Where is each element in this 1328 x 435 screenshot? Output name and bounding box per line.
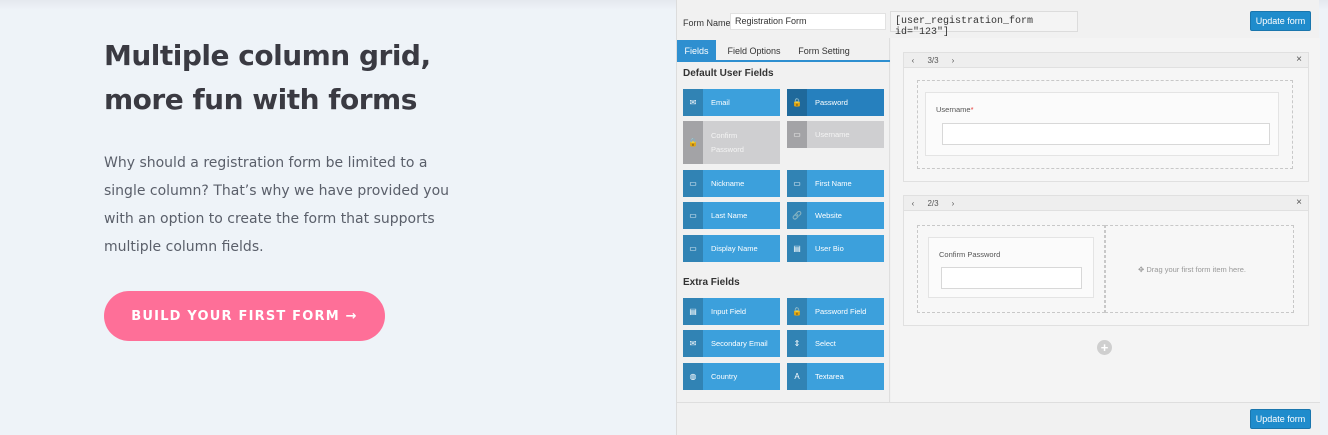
- sidebar-tabs: Fields Field Options Form Setting: [677, 40, 890, 62]
- field-confirm-password[interactable]: 🔒 Confirm Password: [683, 121, 780, 164]
- hero-description: Why should a registration form be limite…: [104, 155, 450, 255]
- field-label: First Name: [815, 178, 852, 188]
- required-mark: *: [970, 105, 974, 114]
- tab-form-setting[interactable]: Form Setting: [791, 40, 857, 62]
- globe-icon: ◍: [683, 363, 703, 390]
- field-label: Last Name: [711, 210, 748, 220]
- column-count: 3/3: [927, 55, 939, 65]
- envelope-icon: ✉: [683, 330, 703, 357]
- form-row-1[interactable]: ‹ 3/3 › × Username*: [903, 52, 1309, 182]
- field-label: Confirm Password: [711, 130, 744, 154]
- field-nickname[interactable]: ▭ Nickname: [683, 170, 780, 197]
- row-column-left: Confirm Password: [917, 225, 1105, 313]
- field-textarea[interactable]: A Textarea: [787, 363, 884, 390]
- text-icon: A: [787, 363, 807, 390]
- extra-fields-title: Extra Fields: [683, 277, 740, 288]
- username-field-card[interactable]: Username*: [925, 92, 1279, 156]
- tab-fields[interactable]: Fields: [677, 40, 716, 62]
- envelope-icon: ✉: [683, 89, 703, 116]
- field-email[interactable]: ✉ Email: [683, 89, 780, 116]
- username-label: Username*: [936, 105, 974, 114]
- field-label: Email: [711, 97, 730, 107]
- hero-section: Multiple column grid, more fun with form…: [104, 34, 564, 261]
- confirm-password-input[interactable]: [941, 267, 1082, 289]
- field-label: Textarea: [815, 371, 844, 381]
- confirm-password-field-card[interactable]: Confirm Password: [928, 237, 1094, 298]
- field-label: Password Field: [815, 306, 867, 316]
- field-first-name[interactable]: ▭ First Name: [787, 170, 884, 197]
- row-header: ‹ 2/3 › ×: [904, 196, 1308, 211]
- lock-icon: 🔒: [787, 89, 807, 116]
- form-canvas: ‹ 3/3 › × Username* ‹ 2/3 › × Confirm Pa…: [891, 38, 1320, 402]
- link-icon: 🔗: [787, 202, 807, 229]
- field-label: Display Name: [711, 243, 758, 253]
- field-label: User Bio: [815, 243, 844, 253]
- id-card-icon: ▭: [683, 202, 703, 229]
- field-label: Select: [815, 338, 836, 348]
- id-card-icon: ▭: [787, 170, 807, 197]
- update-form-button-bottom[interactable]: Update form: [1250, 409, 1311, 429]
- builder-bottombar: Update form: [677, 402, 1320, 435]
- field-label: Username: [815, 129, 850, 139]
- default-fields-title: Default User Fields: [683, 68, 774, 79]
- document-icon: ▤: [787, 235, 807, 262]
- row-column-right[interactable]: ✥ Drag your first form item here.: [1105, 225, 1294, 313]
- field-label: Nickname: [711, 178, 745, 188]
- field-website[interactable]: 🔗 Website: [787, 202, 884, 229]
- form-builder-screenshot: Form Name Registration Form [user_regist…: [676, 0, 1320, 435]
- build-first-form-button[interactable]: BUILD YOUR FIRST FORM →: [104, 291, 385, 341]
- add-row-icon[interactable]: +: [1097, 340, 1112, 355]
- chevron-right-icon[interactable]: ›: [944, 56, 962, 65]
- confirm-password-label: Confirm Password: [939, 250, 1001, 259]
- field-username[interactable]: ▭ Username: [787, 121, 884, 148]
- field-label: Country: [711, 371, 738, 381]
- hero-title-line2: more fun with forms: [104, 83, 417, 116]
- field-secondary-email[interactable]: ✉ Secondary Email: [683, 330, 780, 357]
- field-last-name[interactable]: ▭ Last Name: [683, 202, 780, 229]
- text-document-icon: ▤: [683, 298, 703, 325]
- field-password[interactable]: 🔒 Password: [787, 89, 884, 116]
- builder-topbar: Form Name Registration Form [user_regist…: [677, 8, 1320, 38]
- form-row-2[interactable]: ‹ 2/3 › × Confirm Password ✥ Drag your f…: [903, 195, 1309, 326]
- form-name-input[interactable]: Registration Form: [730, 13, 886, 30]
- update-form-button-top[interactable]: Update form: [1250, 11, 1311, 31]
- field-input-field[interactable]: ▤ Input Field: [683, 298, 780, 325]
- field-label: Secondary Email: [711, 338, 768, 348]
- close-icon[interactable]: ×: [1296, 197, 1302, 208]
- fields-sidebar: Fields Field Options Form Setting Defaul…: [677, 38, 890, 402]
- id-card-icon: ▭: [683, 235, 703, 262]
- field-label: Input Field: [711, 306, 747, 316]
- drop-hint: ✥ Drag your first form item here.: [1138, 265, 1246, 274]
- row-column: Username*: [917, 80, 1293, 169]
- id-card-icon: ▭: [787, 121, 807, 148]
- hero-title-line1: Multiple column grid,: [104, 39, 431, 72]
- chevron-left-icon[interactable]: ‹: [904, 56, 922, 65]
- chevron-left-icon[interactable]: ‹: [904, 199, 922, 208]
- row-header: ‹ 3/3 › ×: [904, 53, 1308, 68]
- lock-icon: 🔒: [683, 121, 703, 164]
- field-label: Website: [815, 210, 842, 220]
- tab-field-options[interactable]: Field Options: [721, 40, 787, 62]
- field-label: Password: [815, 97, 848, 107]
- field-select[interactable]: ⇕ Select: [787, 330, 884, 357]
- lock-icon: 🔒: [787, 298, 807, 325]
- chevron-right-icon[interactable]: ›: [944, 199, 962, 208]
- hero-title: Multiple column grid, more fun with form…: [104, 34, 564, 122]
- form-name-label: Form Name: [683, 18, 731, 28]
- username-input[interactable]: [942, 123, 1270, 145]
- close-icon[interactable]: ×: [1296, 54, 1302, 65]
- field-display-name[interactable]: ▭ Display Name: [683, 235, 780, 262]
- column-count: 2/3: [927, 198, 939, 208]
- field-password-field[interactable]: 🔒 Password Field: [787, 298, 884, 325]
- id-card-icon: ▭: [683, 170, 703, 197]
- select-icon: ⇕: [787, 330, 807, 357]
- shortcode-box[interactable]: [user_registration_form id="123"]: [890, 11, 1078, 38]
- field-country[interactable]: ◍ Country: [683, 363, 780, 390]
- field-user-bio[interactable]: ▤ User Bio: [787, 235, 884, 262]
